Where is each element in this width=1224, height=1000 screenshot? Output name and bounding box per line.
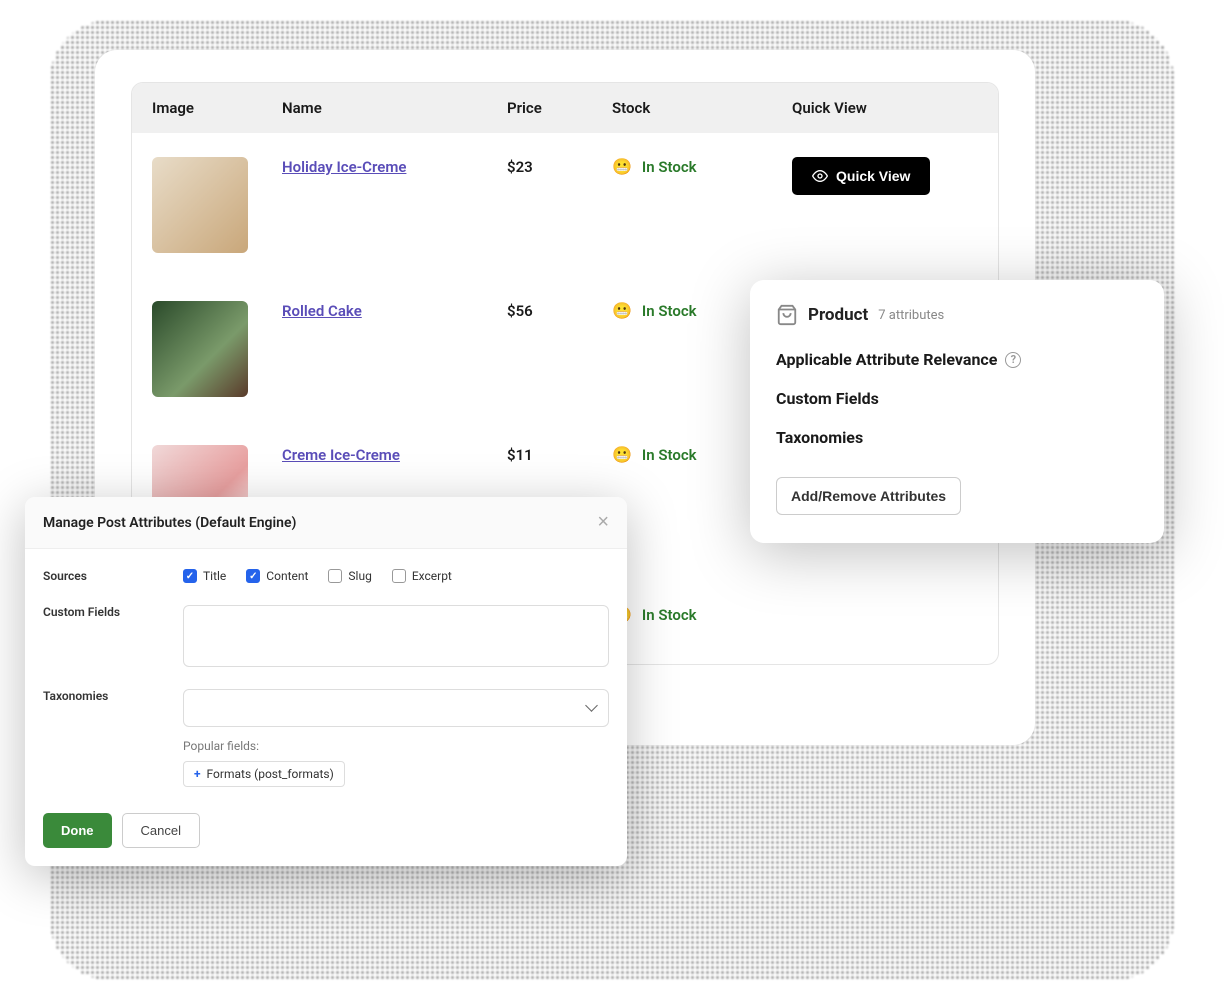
custom-fields-heading: Custom Fields: [776, 389, 1138, 408]
checkbox-icon: [392, 569, 406, 583]
stock-emoji-icon: 😬: [612, 301, 632, 320]
custom-fields-label: Custom Fields: [43, 605, 183, 667]
taxonomies-heading: Taxonomies: [776, 428, 1138, 447]
product-name-link[interactable]: Holiday Ice-Creme: [282, 158, 406, 176]
table-row: Holiday Ice-Creme $23 😬 In Stock Quick Vi…: [132, 133, 998, 277]
attribute-count: 7 attributes: [878, 308, 944, 323]
product-price: $11: [507, 446, 533, 464]
product-thumbnail: [152, 157, 248, 253]
applicable-relevance-heading: Applicable Attribute Relevance: [776, 350, 997, 369]
product-price: $56: [507, 302, 533, 320]
eye-icon: [812, 168, 828, 184]
checkbox-icon: [246, 569, 260, 583]
sources-label: Sources: [43, 569, 183, 583]
checkbox-label: Content: [266, 569, 308, 583]
manage-attributes-dialog: Manage Post Attributes (Default Engine) …: [25, 497, 627, 866]
panel-title: Product: [808, 305, 868, 325]
product-name-link[interactable]: Creme Ice-Creme: [282, 446, 400, 464]
checkbox-icon: [183, 569, 197, 583]
checkbox-label: Excerpt: [412, 569, 452, 583]
source-checkbox-item[interactable]: Content: [246, 569, 308, 583]
table-header-row: Image Name Price Stock Quick View: [132, 83, 998, 133]
attribute-relevance-panel: Product 7 attributes Applicable Attribut…: [750, 280, 1164, 543]
dialog-header: Manage Post Attributes (Default Engine) …: [25, 497, 627, 549]
source-checkbox-item[interactable]: Title: [183, 569, 226, 583]
quick-view-label: Quick View: [836, 168, 910, 184]
plus-icon: +: [194, 767, 201, 781]
stock-status: In Stock: [642, 606, 697, 624]
quick-view-button[interactable]: Quick View: [792, 157, 930, 195]
header-quickview: Quick View: [792, 99, 978, 117]
dialog-title: Manage Post Attributes (Default Engine): [43, 515, 296, 531]
product-price: $23: [507, 158, 533, 176]
taxonomies-label: Taxonomies: [43, 689, 183, 787]
cancel-button[interactable]: Cancel: [122, 813, 200, 848]
checkbox-icon: [328, 569, 342, 583]
product-thumbnail: [152, 301, 248, 397]
taxonomies-select[interactable]: [183, 689, 609, 727]
popular-chip-label: Formats (post_formats): [207, 767, 334, 781]
header-name: Name: [282, 99, 507, 117]
help-icon[interactable]: ?: [1005, 352, 1021, 368]
product-name-link[interactable]: Rolled Cake: [282, 302, 362, 320]
source-checkbox-item[interactable]: Excerpt: [392, 569, 452, 583]
close-icon[interactable]: ×: [597, 511, 609, 534]
done-button[interactable]: Done: [43, 813, 112, 848]
stock-status: In Stock: [642, 302, 697, 320]
popular-fields-label: Popular fields:: [183, 739, 609, 753]
stock-status: In Stock: [642, 446, 697, 464]
custom-fields-input[interactable]: [183, 605, 609, 667]
stock-emoji-icon: 😬: [612, 157, 632, 176]
checkbox-label: Slug: [348, 569, 371, 583]
header-image: Image: [152, 99, 282, 117]
header-stock: Stock: [612, 99, 792, 117]
header-price: Price: [507, 99, 612, 117]
add-remove-attributes-button[interactable]: Add/Remove Attributes: [776, 477, 961, 515]
source-checkbox-item[interactable]: Slug: [328, 569, 371, 583]
stock-emoji-icon: 😬: [612, 445, 632, 464]
shopping-bag-icon: [776, 304, 798, 326]
popular-field-chip[interactable]: + Formats (post_formats): [183, 761, 345, 787]
checkbox-label: Title: [203, 569, 226, 583]
stock-status: In Stock: [642, 158, 697, 176]
